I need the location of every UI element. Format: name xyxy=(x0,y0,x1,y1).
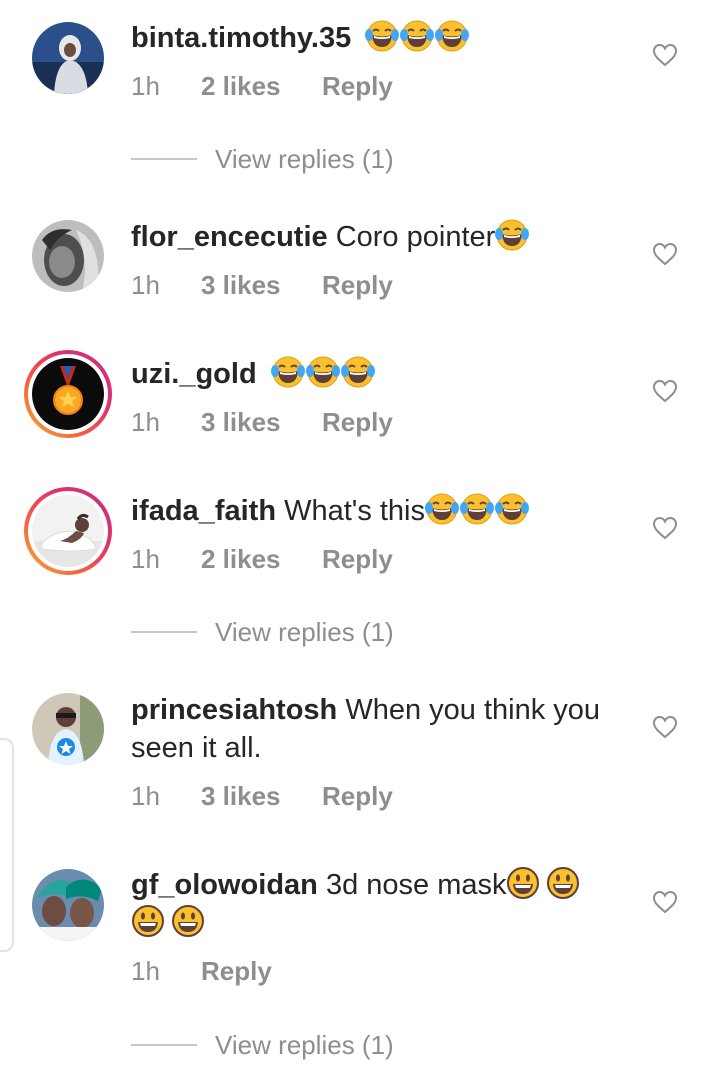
reply-button[interactable]: Reply xyxy=(322,407,393,438)
laughing-tears-emoji xyxy=(435,19,469,53)
grinning-emoji xyxy=(506,866,540,900)
grinning-emoji xyxy=(131,904,165,938)
view-replies-label: View replies (1) xyxy=(215,1029,394,1060)
comment-text: flor_encecutie Coro pointer xyxy=(131,218,601,256)
comment-username[interactable]: gf_olowoidan xyxy=(131,869,318,901)
comment-username[interactable]: flor_encecutie xyxy=(131,221,328,253)
heart-outline-icon[interactable] xyxy=(652,43,678,67)
comment-meta: 1h 3 likes Reply xyxy=(131,407,393,438)
avatar-story-ring[interactable] xyxy=(24,350,112,438)
laughing-tears-emoji xyxy=(460,492,494,526)
heart-outline-icon[interactable] xyxy=(652,379,678,403)
reply-button[interactable]: Reply xyxy=(322,544,393,575)
comment-meta: 1h 2 likes Reply xyxy=(131,544,393,575)
comment-time: 1h xyxy=(131,270,160,300)
view-replies-button[interactable]: View replies (1) xyxy=(131,614,394,650)
comment-time: 1h xyxy=(131,956,160,986)
avatar-image xyxy=(32,869,104,941)
comment-meta: 1h Reply xyxy=(131,956,272,987)
comment-body: 3d nose mask xyxy=(325,869,507,901)
comment-body: Coro pointer xyxy=(335,221,496,253)
grinning-emoji xyxy=(171,904,205,938)
avatar-image xyxy=(32,693,104,765)
comment-time: 1h xyxy=(131,71,160,101)
laughing-tears-emoji xyxy=(271,355,305,389)
comment-username[interactable]: princesiahtosh xyxy=(131,694,337,726)
avatar[interactable] xyxy=(32,869,104,941)
laughing-tears-emoji xyxy=(365,19,399,53)
likes-link[interactable]: 2 likes xyxy=(201,71,322,102)
heart-outline-icon[interactable] xyxy=(652,242,678,266)
laughing-tears-emoji xyxy=(425,492,459,526)
reply-button[interactable]: Reply xyxy=(322,781,393,812)
reply-button[interactable]: Reply xyxy=(322,270,393,301)
comment-text: uzi._gold xyxy=(131,355,601,393)
likes-link[interactable]: 3 likes xyxy=(201,781,322,812)
heart-outline-icon[interactable] xyxy=(652,715,678,739)
likes-link[interactable]: 3 likes xyxy=(201,407,322,438)
comment-username[interactable]: binta.timothy.35 xyxy=(131,22,351,54)
laughing-tears-emoji xyxy=(341,355,375,389)
edge-panel[interactable] xyxy=(0,738,14,952)
comment-time: 1h xyxy=(131,544,160,574)
replies-divider xyxy=(131,1044,197,1046)
story-ring-gap xyxy=(28,491,108,571)
heart-outline-icon[interactable] xyxy=(652,890,678,914)
comment-text: gf_olowoidan 3d nose mask xyxy=(131,866,601,942)
laughing-tears-emoji xyxy=(495,492,529,526)
likes-link[interactable]: 2 likes xyxy=(201,544,322,575)
comment-time: 1h xyxy=(131,781,160,811)
comment-meta: 1h 3 likes Reply xyxy=(131,270,393,301)
comment-time: 1h xyxy=(131,407,160,437)
heart-outline-icon[interactable] xyxy=(652,516,678,540)
avatar[interactable] xyxy=(32,693,104,765)
comment-body: What's this xyxy=(284,495,426,527)
view-replies-label: View replies (1) xyxy=(215,143,394,174)
view-replies-label: View replies (1) xyxy=(215,616,394,647)
comment-text: binta.timothy.35 xyxy=(131,19,601,57)
replies-divider xyxy=(131,158,197,160)
avatar-image xyxy=(32,22,104,94)
comment-text: ifada_faith What's this xyxy=(131,492,601,530)
avatar-image xyxy=(32,220,104,292)
avatar-image xyxy=(32,495,104,567)
avatar[interactable] xyxy=(32,22,104,94)
avatar-image xyxy=(32,358,104,430)
avatar-story-ring[interactable] xyxy=(24,487,112,575)
comment-meta: 1h 2 likes Reply xyxy=(131,71,393,102)
view-replies-button[interactable]: View replies (1) xyxy=(131,141,394,177)
laughing-tears-emoji xyxy=(400,19,434,53)
comment-meta: 1h 3 likes Reply xyxy=(131,781,393,812)
comment-username[interactable]: ifada_faith xyxy=(131,495,276,527)
comment-username[interactable]: uzi._gold xyxy=(131,358,257,390)
reply-button[interactable]: Reply xyxy=(322,71,393,102)
story-ring-gap xyxy=(28,354,108,434)
comment-text: princesiahtosh When you think you seen i… xyxy=(131,691,601,767)
grinning-emoji xyxy=(546,866,580,900)
reply-button[interactable]: Reply xyxy=(201,956,272,987)
replies-divider xyxy=(131,631,197,633)
laughing-tears-emoji xyxy=(306,355,340,389)
avatar[interactable] xyxy=(32,220,104,292)
laughing-tears-emoji xyxy=(495,218,529,252)
view-replies-button[interactable]: View replies (1) xyxy=(131,1027,394,1063)
likes-link[interactable]: 3 likes xyxy=(201,270,322,301)
